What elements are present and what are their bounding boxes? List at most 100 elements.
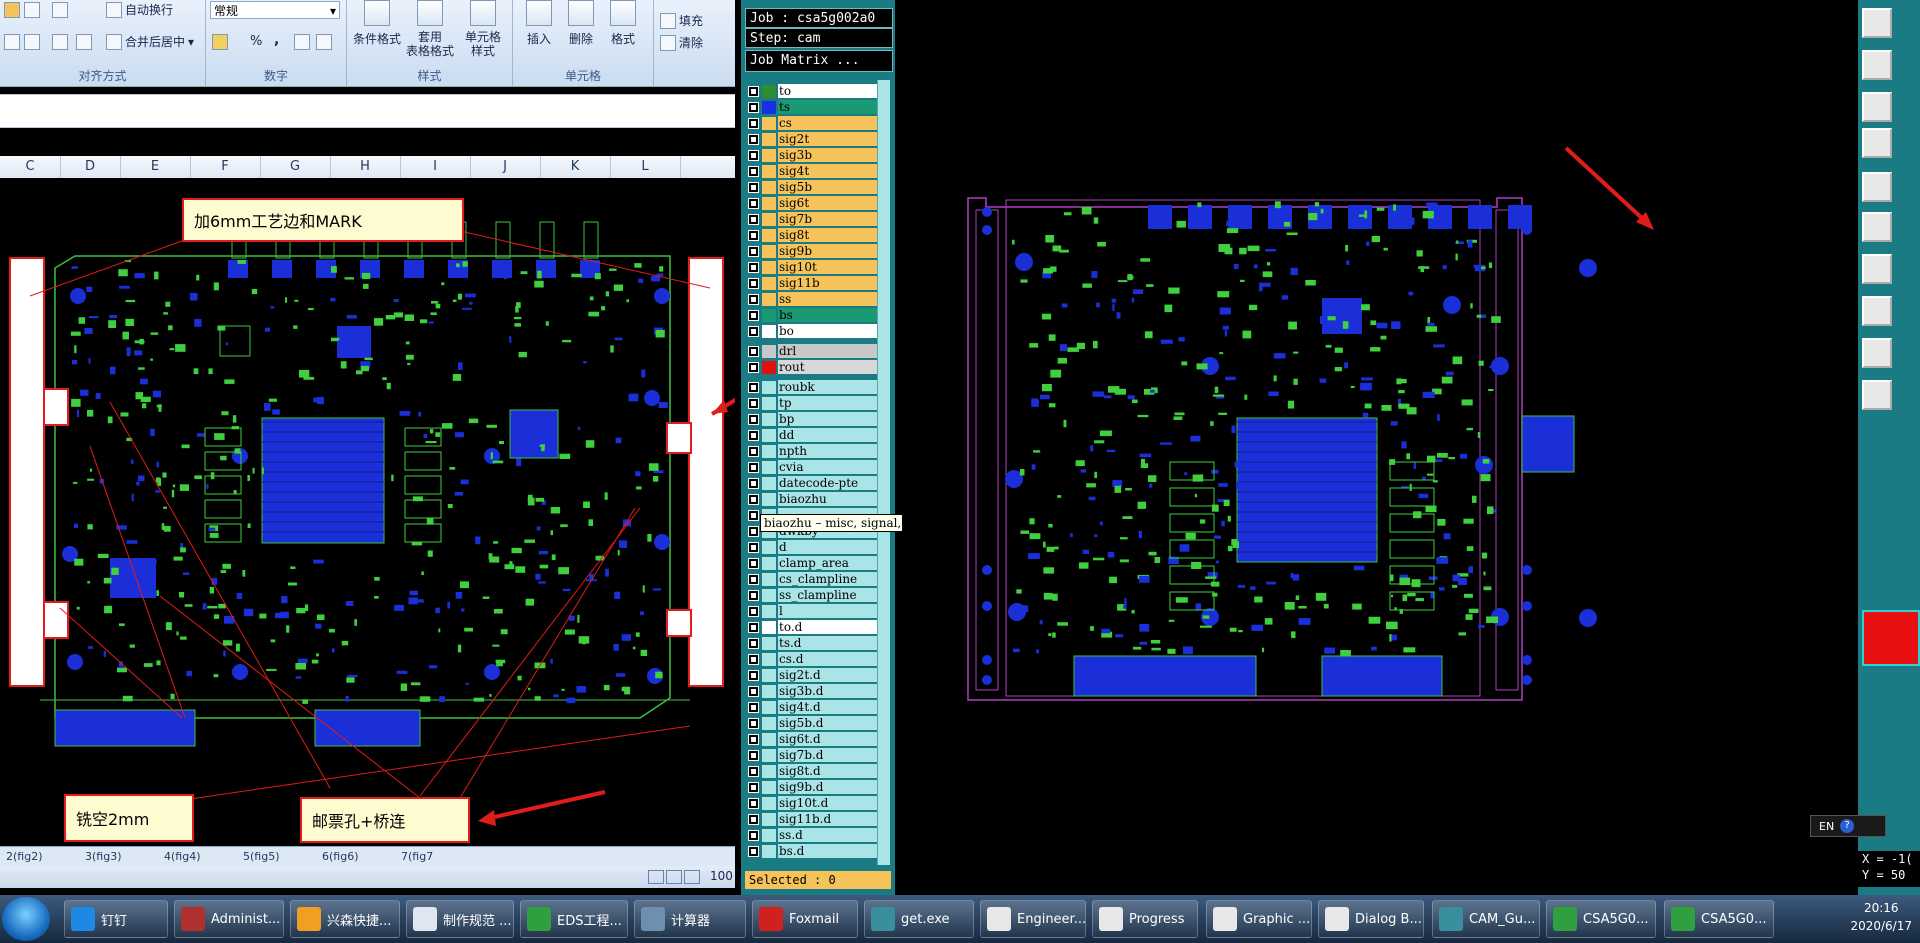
- taskbar-button[interactable]: 制作规范 ...: [406, 900, 514, 938]
- layer-name[interactable]: sig4t.d: [778, 700, 887, 715]
- format-button[interactable]: 格式: [605, 0, 641, 47]
- layer-name[interactable]: sig4t: [778, 164, 887, 179]
- layer-row[interactable]: sig3b.d: [747, 684, 889, 699]
- layer-checkbox[interactable]: [748, 478, 759, 489]
- layer-checkbox[interactable]: [748, 166, 759, 177]
- column-header-cell[interactable]: C: [0, 156, 61, 178]
- layer-name[interactable]: d: [778, 540, 887, 555]
- layer-row[interactable]: sig7b.d: [747, 748, 889, 763]
- layer-checkbox[interactable]: [748, 462, 759, 473]
- layer-name[interactable]: ss.d: [778, 828, 887, 843]
- layer-checkbox[interactable]: [748, 622, 759, 633]
- layer-name[interactable]: sig8t.d: [778, 764, 887, 779]
- normal-view-icon[interactable]: [648, 870, 664, 884]
- layer-name[interactable]: bp: [778, 412, 887, 427]
- layer-checkbox[interactable]: [748, 526, 759, 537]
- number-format-select[interactable]: 常规 ▾: [210, 1, 340, 19]
- layer-row[interactable]: sig4t.d: [747, 700, 889, 715]
- layer-checkbox[interactable]: [748, 262, 759, 273]
- layer-row[interactable]: sig11b.d: [747, 812, 889, 827]
- layer-name[interactable]: roubk: [778, 380, 887, 395]
- formula-bar[interactable]: [0, 94, 735, 128]
- percent-button[interactable]: %: [250, 34, 262, 49]
- layer-checkbox[interactable]: [748, 814, 759, 825]
- sheet-area[interactable]: [0, 178, 735, 843]
- sheet-tab[interactable]: 4(fig4): [164, 849, 201, 865]
- layer-row[interactable]: cs_clampline: [747, 572, 889, 587]
- indent-increase-icon[interactable]: [76, 34, 92, 50]
- conditional-format-button[interactable]: 条件格式: [353, 0, 401, 47]
- layer-checkbox[interactable]: [748, 654, 759, 665]
- tool-button[interactable]: [1862, 92, 1892, 122]
- layer-checkbox[interactable]: [748, 214, 759, 225]
- layer-checkbox[interactable]: [748, 798, 759, 809]
- layer-row[interactable]: sig8t: [747, 228, 889, 243]
- layer-name[interactable]: sig11b.d: [778, 812, 887, 827]
- layer-name[interactable]: bo: [778, 324, 887, 339]
- layer-name[interactable]: cs_clampline: [778, 572, 887, 587]
- column-header-cell[interactable]: I: [400, 156, 471, 178]
- layer-row[interactable]: sig4t: [747, 164, 889, 179]
- layer-checkbox[interactable]: [748, 750, 759, 761]
- align-middle-icon[interactable]: [24, 2, 40, 18]
- layer-row[interactable]: dd: [747, 428, 889, 443]
- orientation-icon[interactable]: [52, 2, 68, 18]
- align-left-icon[interactable]: [4, 34, 20, 50]
- layer-row[interactable]: ts.d: [747, 636, 889, 651]
- layer-row[interactable]: sig7b: [747, 212, 889, 227]
- taskbar-button[interactable]: CSA5G0...: [1546, 900, 1656, 938]
- layer-row[interactable]: tp: [747, 396, 889, 411]
- layer-row[interactable]: clamp_area: [747, 556, 889, 571]
- tool-button[interactable]: [1862, 380, 1892, 410]
- page-layout-icon[interactable]: [666, 870, 682, 884]
- layer-row[interactable]: sig9b.d: [747, 780, 889, 795]
- taskbar-button[interactable]: Foxmail: [752, 900, 858, 938]
- layer-checkbox[interactable]: [748, 670, 759, 681]
- layer-name[interactable]: sig10t: [778, 260, 887, 275]
- layer-checkbox[interactable]: [748, 150, 759, 161]
- layer-checkbox[interactable]: [748, 430, 759, 441]
- layer-checkbox[interactable]: [748, 542, 759, 553]
- layer-checkbox[interactable]: [748, 278, 759, 289]
- taskbar-button[interactable]: EDS工程...: [520, 900, 628, 938]
- layer-checkbox[interactable]: [748, 230, 759, 241]
- layer-checkbox[interactable]: [748, 198, 759, 209]
- clock[interactable]: 20:16 2020/6/17: [1850, 899, 1912, 935]
- help-icon[interactable]: ?: [1840, 819, 1855, 833]
- layer-checkbox[interactable]: [748, 182, 759, 193]
- taskbar-button[interactable]: 兴森快捷...: [290, 900, 400, 938]
- layer-scrollbar[interactable]: [877, 80, 890, 865]
- layer-row[interactable]: cvia: [747, 460, 889, 475]
- layer-row[interactable]: sig5b.d: [747, 716, 889, 731]
- taskbar-button[interactable]: Engineer...: [980, 900, 1086, 938]
- taskbar-button[interactable]: 计算器: [634, 900, 746, 938]
- column-header-cell[interactable]: D: [60, 156, 121, 178]
- layer-row[interactable]: sig9b: [747, 244, 889, 259]
- layer-name[interactable]: dd: [778, 428, 887, 443]
- layer-checkbox[interactable]: [748, 294, 759, 305]
- layer-row[interactable]: sig11b: [747, 276, 889, 291]
- layer-name[interactable]: cs.d: [778, 652, 887, 667]
- layer-row[interactable]: sig5b: [747, 180, 889, 195]
- layer-name[interactable]: sig8t: [778, 228, 887, 243]
- layer-row[interactable]: drl: [747, 344, 889, 359]
- layer-checkbox[interactable]: [748, 446, 759, 457]
- delete-button[interactable]: 删除: [563, 0, 599, 47]
- layer-row[interactable]: ss.d: [747, 828, 889, 843]
- layer-name[interactable]: ss: [778, 292, 887, 307]
- layer-row[interactable]: sig3b: [747, 148, 889, 163]
- layer-row[interactable]: bo: [747, 324, 889, 339]
- align-right-icon[interactable]: [24, 34, 40, 50]
- layer-row[interactable]: to: [747, 84, 889, 99]
- layer-name[interactable]: sig10t.d: [778, 796, 887, 811]
- clear-button[interactable]: 清除: [660, 34, 703, 51]
- layer-name[interactable]: to.d: [778, 620, 887, 635]
- layer-row[interactable]: rout: [747, 360, 889, 375]
- layer-checkbox[interactable]: [748, 782, 759, 793]
- layer-checkbox[interactable]: [748, 246, 759, 257]
- layer-row[interactable]: ts: [747, 100, 889, 115]
- language-bar[interactable]: EN?: [1810, 815, 1886, 837]
- layer-checkbox[interactable]: [748, 494, 759, 505]
- layer-row[interactable]: cs.d: [747, 652, 889, 667]
- layer-checkbox[interactable]: [748, 830, 759, 841]
